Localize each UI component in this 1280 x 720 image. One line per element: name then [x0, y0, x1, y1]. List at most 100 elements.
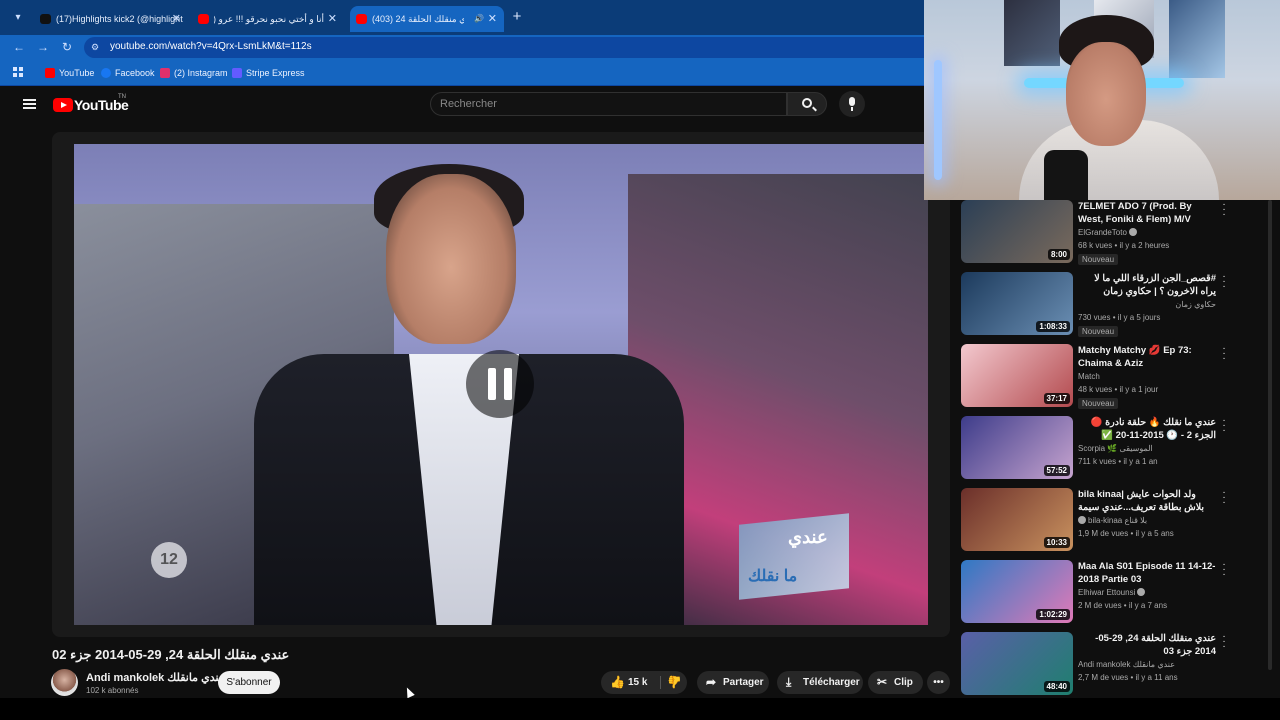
wall-poster [1004, 0, 1060, 66]
rec-channel[interactable]: Andi mankolek عندي مانقلك [1078, 660, 1228, 669]
bookmark-stripe-express[interactable]: Stripe Express [232, 66, 305, 80]
hamburger-menu-icon[interactable] [23, 99, 36, 110]
video-thumbnail[interactable]: 10:33 [961, 488, 1073, 551]
reload-icon[interactable]: ↻ [60, 40, 74, 54]
thumbs-down-icon[interactable]: 👍 [667, 675, 682, 689]
rec-channel-name: Elhiwar Ettounsi [1078, 588, 1136, 597]
facebook-icon [101, 68, 111, 78]
channel-avatar[interactable] [51, 669, 78, 696]
recommendation-item[interactable]: 8:00 7ELMET ADO 7 (Prod. By West, Foniki… [961, 200, 1280, 265]
video-duration: 8:00 [1047, 249, 1070, 260]
rec-title[interactable]: bila kinaa| ولد الحوات عايش بلاش بطاقة ت… [1078, 488, 1216, 514]
rec-channel[interactable]: Scorpia 🌿 الموسيقى [1078, 444, 1228, 453]
more-vert-icon[interactable]: · · · [1220, 272, 1228, 292]
browser-tab-active[interactable]: عندي منقلك الحلقة 24 (403) 🔊 ✕ [350, 6, 504, 32]
rec-meta: 2,7 M de vues • il y a 11 ans [1078, 673, 1178, 682]
more-actions-button[interactable]: ••• [927, 671, 950, 694]
voice-search-button[interactable] [839, 91, 865, 117]
rec-channel[interactable]: Match [1078, 372, 1228, 381]
site-info-icon[interactable]: ⚙ [91, 42, 102, 53]
rec-channel[interactable]: ElGrandeToto [1078, 228, 1228, 237]
download-icon: ⤓ [786, 675, 792, 689]
streamer-face [1066, 42, 1146, 146]
like-dislike-group: 👍 15 k 👍 [601, 671, 687, 694]
recommendation-item[interactable]: 1:08:33 #قصص_الجن الزرقاء اللي ما لا يرا… [961, 272, 1280, 337]
search-button[interactable] [787, 92, 827, 116]
tab-search-menu-icon[interactable]: ▾ [8, 8, 28, 28]
search-placeholder: Rechercher [440, 98, 497, 110]
rec-title[interactable]: Maa Ala S01 Episode 11 14-12-2018 Partie… [1078, 560, 1216, 586]
rec-title[interactable]: 7ELMET ADO 7 (Prod. By West, Foniki & Fl… [1078, 200, 1216, 226]
new-badge: Nouveau [1078, 326, 1119, 337]
audio-playing-icon[interactable]: 🔊 [474, 6, 484, 32]
rec-title[interactable]: عندي منقلك الحلقة 24, 29-05-2014 جزء 03 [1078, 632, 1216, 658]
recommendation-item[interactable]: 57:52 عندي ما نقلك 🔥 حلقة نادرة 🔴 الجزء … [961, 416, 1280, 480]
back-arrow-icon[interactable]: ← [12, 40, 26, 54]
bookmark-youtube[interactable]: YouTube [45, 66, 94, 80]
microphone-icon [849, 97, 855, 111]
show-logo-text-bottom: ما نقلك [748, 568, 798, 585]
bookmark-facebook[interactable]: Facebook [101, 66, 155, 80]
more-vert-icon[interactable]: · · · [1220, 632, 1228, 652]
rec-channel[interactable]: حكاوي زمان [1078, 300, 1216, 309]
rec-title[interactable]: عندي ما نقلك 🔥 حلقة نادرة 🔴 الجزء 2 - 🕐 … [1078, 416, 1216, 442]
clip-button[interactable]: ✂ Clip [868, 671, 923, 694]
microphone-prop [1044, 150, 1088, 200]
channel-12-logo: 12 [151, 542, 187, 578]
close-tab-icon[interactable]: ✕ [172, 6, 181, 32]
rec-meta: 68 k vues • il y a 2 heures [1078, 241, 1170, 250]
new-badge: Nouveau [1078, 254, 1119, 265]
rec-channel[interactable]: Elhiwar Ettounsi [1078, 588, 1228, 597]
close-tab-icon[interactable]: ✕ [488, 6, 497, 32]
more-vert-icon[interactable]: · · · [1220, 200, 1228, 220]
share-arrow-icon: ➦ [706, 675, 717, 689]
video-thumbnail[interactable]: 37:17 [961, 344, 1073, 407]
recommendation-item[interactable]: 37:17 Matchy Matchy 💋 Ep 73: Chaima & Az… [961, 344, 1280, 409]
rec-title[interactable]: Matchy Matchy 💋 Ep 73: Chaima & Aziz [1078, 344, 1216, 370]
channel-name[interactable]: Andi mankolek عندي مانقلك [86, 671, 225, 684]
more-vert-icon[interactable]: · · · [1220, 416, 1228, 436]
rec-channel[interactable]: bila-kinaa بلا قناع [1078, 516, 1228, 525]
bookmark-label: Facebook [115, 68, 155, 78]
video-thumbnail[interactable]: 1:02:29 [961, 560, 1073, 623]
video-thumbnail[interactable]: 48:40 [961, 632, 1073, 695]
apps-grid-icon[interactable] [13, 67, 24, 78]
browser-tab-1[interactable]: (17)Highlights kick2 (@highlight ✕ [34, 6, 188, 32]
mouse-cursor-icon [403, 685, 415, 699]
youtube-favicon-icon [356, 14, 367, 24]
rec-meta: 48 k vues • il y a 1 jour [1078, 385, 1159, 394]
video-thumbnail[interactable]: 1:08:33 [961, 272, 1073, 335]
search-input[interactable]: Rechercher [430, 92, 787, 116]
youtube-header: YouTube TN Rechercher [0, 87, 924, 123]
rec-title[interactable]: #قصص_الجن الزرقاء اللي ما لا يراه الاخرو… [1078, 272, 1216, 298]
bookmark-instagram[interactable]: (2) Instagram [160, 66, 228, 80]
close-tab-icon[interactable]: ✕ [328, 6, 337, 32]
forward-arrow-icon[interactable]: → [36, 40, 50, 54]
recommendation-item[interactable]: 48:40 عندي منقلك الحلقة 24, 29-05-2014 ج… [961, 632, 1280, 696]
scissors-icon: ✂ [877, 675, 888, 689]
thumbs-up-icon[interactable]: 👍 [610, 676, 625, 689]
youtube-icon [45, 68, 55, 78]
share-button[interactable]: ➦ Partager [697, 671, 769, 694]
url-field[interactable]: ⚙ youtube.com/watch?v=4Qrx-LsmLkM&t=112s [84, 37, 924, 58]
new-tab-button[interactable]: + [509, 9, 525, 25]
clip-label: Clip [894, 677, 913, 688]
pause-button[interactable] [466, 350, 534, 418]
recommendation-item[interactable]: 10:33 bila kinaa| ولد الحوات عايش بلاش ب… [961, 488, 1280, 552]
scrollbar[interactable] [1268, 200, 1272, 670]
tab-title: عندي منقلك الحلقة 24 (403) [372, 14, 464, 24]
browser-tab-2[interactable]: أنا و أختي نحبو نحرقو !!! عرو (403) ✕ [192, 6, 344, 32]
rec-channel-name: bila-kinaa بلا قناع [1088, 516, 1148, 525]
like-count[interactable]: 15 k [628, 671, 647, 694]
download-button[interactable]: ⤓ Télécharger [777, 671, 863, 694]
recommendation-item[interactable]: 1:02:29 Maa Ala S01 Episode 11 14-12-201… [961, 560, 1280, 624]
more-vert-icon[interactable]: · · · [1220, 488, 1228, 508]
video-thumbnail[interactable]: 8:00 [961, 200, 1073, 263]
more-vert-icon[interactable]: · · · [1220, 560, 1228, 580]
video-thumbnail[interactable]: 57:52 [961, 416, 1073, 479]
video-duration: 10:33 [1043, 537, 1070, 548]
subscribe-button[interactable]: S'abonner [218, 671, 280, 694]
video-duration: 1:08:33 [1036, 321, 1070, 332]
more-vert-icon[interactable]: · · · [1220, 344, 1228, 364]
rec-meta: 730 vues • il y a 5 jours [1078, 313, 1161, 322]
